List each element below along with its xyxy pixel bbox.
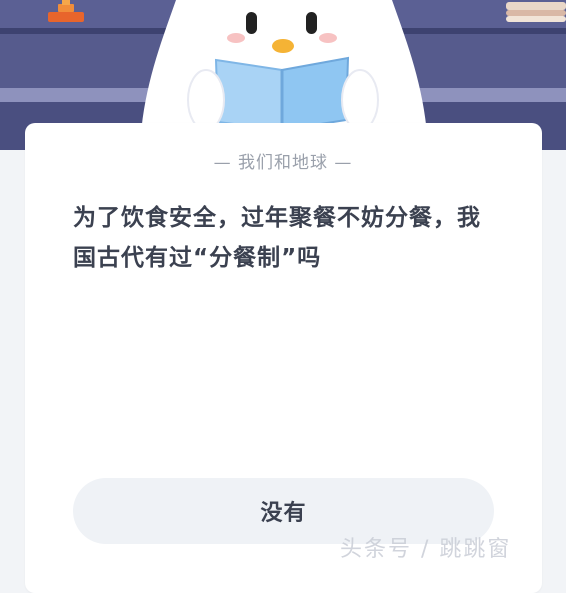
- trophy-icon: [48, 0, 84, 22]
- book-stack-icon: [506, 2, 566, 22]
- category-label: — 我们和地球 —: [213, 153, 353, 173]
- watermark-text: 头条号 / 跳跳窗: [340, 537, 512, 562]
- question-text: 为了饮食安全，过年聚餐不妨分餐，我国古代有过“分餐制”吗: [73, 205, 481, 271]
